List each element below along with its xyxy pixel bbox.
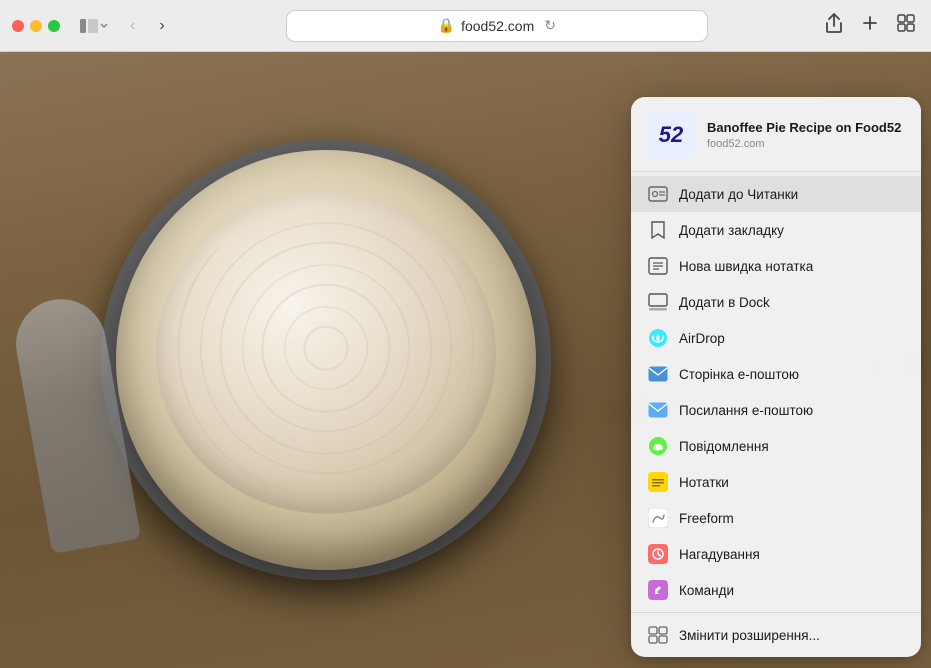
freeform-label: Freeform: [679, 511, 905, 526]
menu-item-extensions[interactable]: Змінити розширення...: [631, 617, 921, 653]
menu-item-airdrop[interactable]: AirDrop: [631, 320, 921, 356]
share-menu-header: 52 Banoffee Pie Recipe on Food52 food52.…: [631, 97, 921, 172]
quicknote-icon: [647, 255, 669, 277]
notes-icon: [647, 471, 669, 493]
share-site-title: Banoffee Pie Recipe on Food52: [707, 120, 901, 137]
shortcuts-label: Команди: [679, 583, 905, 598]
share-menu-items: Додати до Читанки Додати закладку: [631, 172, 921, 657]
pie-swirl: [171, 207, 481, 502]
shortcuts-icon: [647, 579, 669, 601]
chevron-down-icon: [100, 23, 108, 28]
menu-item-notes[interactable]: Нотатки: [631, 464, 921, 500]
bookmark-icon: [647, 219, 669, 241]
tab-overview-button[interactable]: [893, 10, 919, 41]
address-bar-wrapper: 🔒 food52.com ↻: [181, 11, 813, 41]
readlist-label: Додати до Читанки: [679, 187, 905, 202]
url-text: food52.com: [461, 18, 534, 34]
extensions-label: Змінити розширення...: [679, 628, 905, 643]
mailpage-label: Сторінка е-поштою: [679, 367, 905, 382]
dock-icon: [647, 291, 669, 313]
plus-icon: [861, 14, 879, 32]
address-bar[interactable]: 🔒 food52.com ↻: [287, 11, 707, 41]
airdrop-label: AirDrop: [679, 331, 905, 346]
sidebar-toggle-button[interactable]: [74, 15, 114, 37]
freeform-icon: [647, 507, 669, 529]
messages-label: Повідомлення: [679, 439, 905, 454]
share-site-url: food52.com: [707, 138, 901, 150]
readlist-icon: [647, 183, 669, 205]
reminders-icon: [647, 543, 669, 565]
reminders-label: Нагадування: [679, 547, 905, 562]
share-site-info: Banoffee Pie Recipe on Food52 food52.com: [707, 120, 901, 151]
forward-button[interactable]: ›: [151, 13, 172, 39]
share-menu: 52 Banoffee Pie Recipe on Food52 food52.…: [631, 97, 921, 657]
back-button[interactable]: ‹: [122, 13, 143, 39]
menu-item-reminders[interactable]: Нагадування: [631, 536, 921, 572]
lock-icon: 🔒: [438, 17, 455, 34]
extensions-icon: [647, 624, 669, 646]
notes-label: Нотатки: [679, 475, 905, 490]
dock-label: Додати в Dock: [679, 295, 905, 310]
new-tab-button[interactable]: [857, 10, 883, 41]
menu-item-mailpage[interactable]: Сторінка е-поштою: [631, 356, 921, 392]
toolbar-right: [821, 9, 919, 42]
menu-divider: [631, 612, 921, 613]
menu-item-messages[interactable]: Повідомлення: [631, 428, 921, 464]
sidebar-icon: [80, 19, 98, 33]
maillink-icon: [647, 399, 669, 421]
traffic-lights: [12, 20, 60, 32]
menu-item-maillink[interactable]: Посилання е-поштою: [631, 392, 921, 428]
menu-item-freeform[interactable]: Freeform: [631, 500, 921, 536]
maillink-label: Посилання е-поштою: [679, 403, 905, 418]
airdrop-icon: [647, 327, 669, 349]
site-icon: 52: [647, 111, 695, 159]
menu-item-shortcuts[interactable]: Команди: [631, 572, 921, 608]
bookmark-label: Додати закладку: [679, 223, 905, 238]
share-icon: [825, 13, 843, 33]
menu-item-readlist[interactable]: Додати до Читанки: [631, 176, 921, 212]
reload-icon[interactable]: ↻: [544, 17, 556, 34]
share-button[interactable]: [821, 9, 847, 42]
browser-chrome: ‹ › 🔒 food52.com ↻: [0, 0, 931, 52]
main-content: 52 Banoffee Pie Recipe on Food52 food52.…: [0, 52, 931, 668]
messages-icon: [647, 435, 669, 457]
quicknote-label: Нова швидка нотатка: [679, 259, 905, 274]
close-button[interactable]: [12, 20, 24, 32]
tab-grid-icon: [897, 14, 915, 32]
menu-item-bookmark[interactable]: Додати закладку: [631, 212, 921, 248]
maximize-button[interactable]: [48, 20, 60, 32]
mailpage-icon: [647, 363, 669, 385]
menu-item-dock[interactable]: Додати в Dock: [631, 284, 921, 320]
pie-image: [116, 150, 536, 570]
menu-item-quicknote[interactable]: Нова швидка нотатка: [631, 248, 921, 284]
minimize-button[interactable]: [30, 20, 42, 32]
